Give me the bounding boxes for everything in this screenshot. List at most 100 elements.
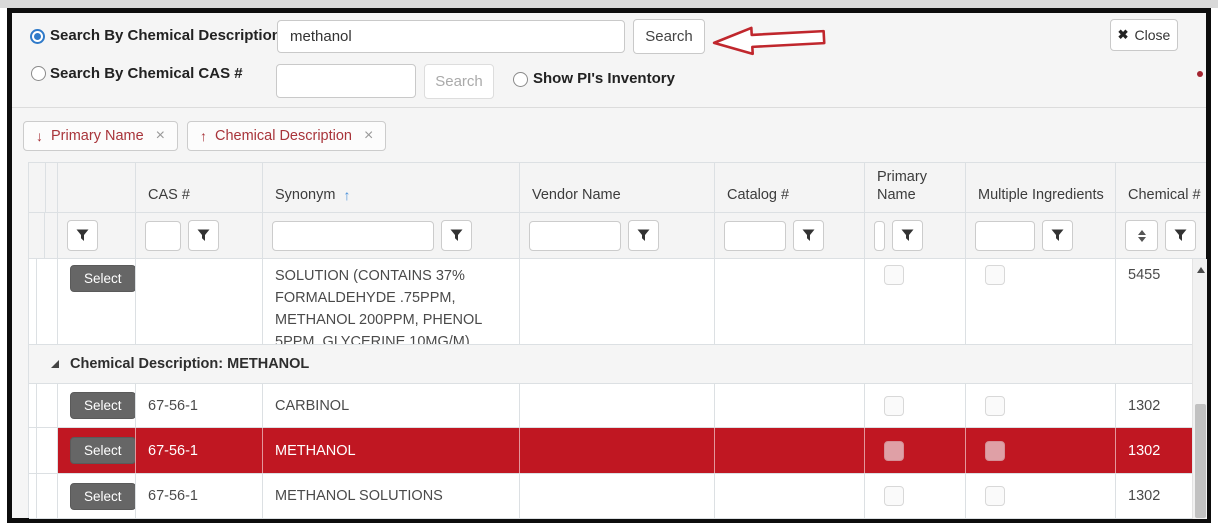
panel-divider bbox=[12, 107, 1206, 108]
catalog-cell bbox=[715, 474, 865, 518]
primary-name-checkbox[interactable] bbox=[884, 265, 904, 285]
filter-vendor-col bbox=[520, 213, 715, 258]
radio-search-by-description[interactable] bbox=[30, 29, 45, 44]
filter-icon[interactable] bbox=[1165, 220, 1196, 251]
description-search-button[interactable]: Search bbox=[633, 19, 705, 54]
multiple-ingredients-checkbox[interactable] bbox=[985, 486, 1005, 506]
close-icon: ✖ bbox=[1118, 27, 1129, 43]
sort-chip-primary-name[interactable]: ↓ Primary Name × bbox=[23, 121, 178, 151]
vendor-filter-input[interactable] bbox=[529, 221, 621, 251]
header-primary-name[interactable]: Primary Name bbox=[865, 163, 966, 212]
chemical-search-dialog: Search By Chemical Description Search ✖ … bbox=[7, 8, 1211, 523]
cas-cell: 67-56-1 bbox=[136, 428, 263, 473]
header-vendor-name[interactable]: Vendor Name bbox=[520, 163, 715, 212]
select-button[interactable]: Select bbox=[70, 392, 136, 419]
sort-ascending-icon: ↑ bbox=[343, 187, 350, 205]
search-by-description-label: Search By Chemical Description bbox=[50, 27, 281, 44]
cas-cell: 67-56-1 bbox=[136, 474, 263, 518]
sort-chip-chemical-description[interactable]: ↑ Chemical Description × bbox=[187, 121, 386, 151]
description-search-input[interactable] bbox=[277, 20, 625, 53]
chemical-number-cell: 1302 bbox=[1116, 384, 1192, 427]
spin-up-icon bbox=[1138, 230, 1146, 235]
filter-multiple-ingredients-col bbox=[966, 213, 1116, 258]
chemical-number-cell: 1302 bbox=[1116, 474, 1192, 518]
catalog-filter-input[interactable] bbox=[724, 221, 786, 251]
filter-icon[interactable] bbox=[441, 220, 472, 251]
red-dot-marker bbox=[1197, 71, 1203, 77]
remove-sort-icon[interactable]: × bbox=[364, 127, 373, 145]
catalog-cell bbox=[715, 384, 865, 427]
grid-rows-viewport: Select SOLUTION (CONTAINS 37% FORMALDEHY… bbox=[29, 259, 1192, 519]
synonym-cell: SOLUTION (CONTAINS 37% FORMALDEHYDE .75P… bbox=[263, 259, 520, 344]
sort-asc-icon: ↑ bbox=[200, 128, 207, 144]
remove-sort-icon[interactable]: × bbox=[156, 127, 165, 145]
radio-search-by-cas[interactable] bbox=[31, 66, 46, 81]
grid-filter-row bbox=[29, 213, 1206, 259]
filter-synonym-col bbox=[263, 213, 520, 258]
grid-header-row: CAS # Synonym↑ Vendor Name Catalog # Pri… bbox=[29, 163, 1206, 213]
select-button[interactable]: Select bbox=[70, 265, 136, 292]
vertical-scrollbar[interactable] bbox=[1192, 259, 1207, 519]
group-header-label: Chemical Description: METHANOL bbox=[70, 356, 309, 372]
header-cas[interactable]: CAS # bbox=[136, 163, 263, 212]
header-select-col bbox=[58, 163, 136, 212]
close-label: Close bbox=[1135, 27, 1171, 43]
header-chemical-number[interactable]: Chemical # bbox=[1116, 163, 1206, 212]
table-row-selected[interactable]: Select 67-56-1 METHANOL 1302 bbox=[29, 428, 1192, 474]
cas-search-button[interactable]: Search bbox=[424, 64, 494, 99]
radio-show-pi-inventory[interactable] bbox=[513, 72, 528, 87]
table-row[interactable]: Select 67-56-1 CARBINOL 1302 bbox=[29, 384, 1192, 428]
cas-filter-input[interactable] bbox=[145, 221, 181, 251]
multiple-ingredients-checkbox[interactable] bbox=[985, 396, 1005, 416]
vendor-cell bbox=[520, 259, 715, 344]
table-row[interactable]: Select 67-56-1 METHANOL SOLUTIONS 1302 bbox=[29, 474, 1192, 519]
synonym-filter-input[interactable] bbox=[272, 221, 434, 251]
filter-chemical-number-col bbox=[1116, 213, 1206, 258]
sort-desc-icon: ↓ bbox=[36, 128, 43, 144]
multiple-ingredients-checkbox[interactable] bbox=[985, 265, 1005, 285]
select-button[interactable]: Select bbox=[70, 437, 136, 464]
collapse-group-icon[interactable] bbox=[51, 360, 59, 368]
close-button[interactable]: ✖ Close bbox=[1110, 19, 1178, 51]
filter-icon[interactable] bbox=[67, 220, 98, 251]
select-button[interactable]: Select bbox=[70, 483, 136, 510]
filter-catalog-col bbox=[715, 213, 865, 258]
catalog-cell bbox=[715, 259, 865, 344]
chemical-number-stepper[interactable] bbox=[1125, 220, 1158, 251]
primary-name-checkbox[interactable] bbox=[884, 396, 904, 416]
results-grid: CAS # Synonym↑ Vendor Name Catalog # Pri… bbox=[28, 162, 1206, 518]
header-catalog[interactable]: Catalog # bbox=[715, 163, 865, 212]
filter-cas-col bbox=[136, 213, 263, 258]
scrollbar-thumb[interactable] bbox=[1195, 404, 1206, 518]
vendor-cell bbox=[520, 428, 715, 473]
synonym-cell: METHANOL bbox=[263, 428, 520, 473]
filter-icon[interactable] bbox=[793, 220, 824, 251]
header-multiple-ingredients[interactable]: Multiple Ingredients bbox=[966, 163, 1116, 212]
header-group-expander-col bbox=[37, 163, 58, 212]
sort-chip-label: Chemical Description bbox=[215, 128, 352, 144]
annotation-arrow-icon bbox=[709, 21, 829, 59]
vendor-cell bbox=[520, 384, 715, 427]
filter-icon[interactable] bbox=[1042, 220, 1073, 251]
primary-name-filter-input[interactable] bbox=[874, 221, 885, 251]
primary-name-checkbox[interactable] bbox=[884, 441, 904, 461]
synonym-cell: CARBINOL bbox=[263, 384, 520, 427]
scroll-up-icon[interactable] bbox=[1193, 263, 1208, 277]
chemical-number-cell: 1302 bbox=[1116, 428, 1192, 473]
filter-icon[interactable] bbox=[188, 220, 219, 251]
sort-chips-bar: ↓ Primary Name × ↑ Chemical Description … bbox=[23, 121, 386, 151]
header-synonym[interactable]: Synonym↑ bbox=[263, 163, 520, 212]
group-header-row[interactable]: Chemical Description: METHANOL bbox=[29, 345, 1192, 384]
sort-chip-label: Primary Name bbox=[51, 128, 144, 144]
show-pi-inventory-label: Show PI's Inventory bbox=[533, 70, 675, 87]
filter-icon[interactable] bbox=[628, 220, 659, 251]
table-row[interactable]: Select SOLUTION (CONTAINS 37% FORMALDEHY… bbox=[29, 259, 1192, 345]
primary-name-checkbox[interactable] bbox=[884, 486, 904, 506]
multiple-ingredients-checkbox[interactable] bbox=[985, 441, 1005, 461]
spin-down-icon bbox=[1138, 237, 1146, 242]
filter-icon[interactable] bbox=[892, 220, 923, 251]
cas-search-input[interactable] bbox=[276, 64, 416, 98]
synonym-cell: METHANOL SOLUTIONS bbox=[263, 474, 520, 518]
catalog-cell bbox=[715, 428, 865, 473]
multiple-ingredients-filter-input[interactable] bbox=[975, 221, 1035, 251]
